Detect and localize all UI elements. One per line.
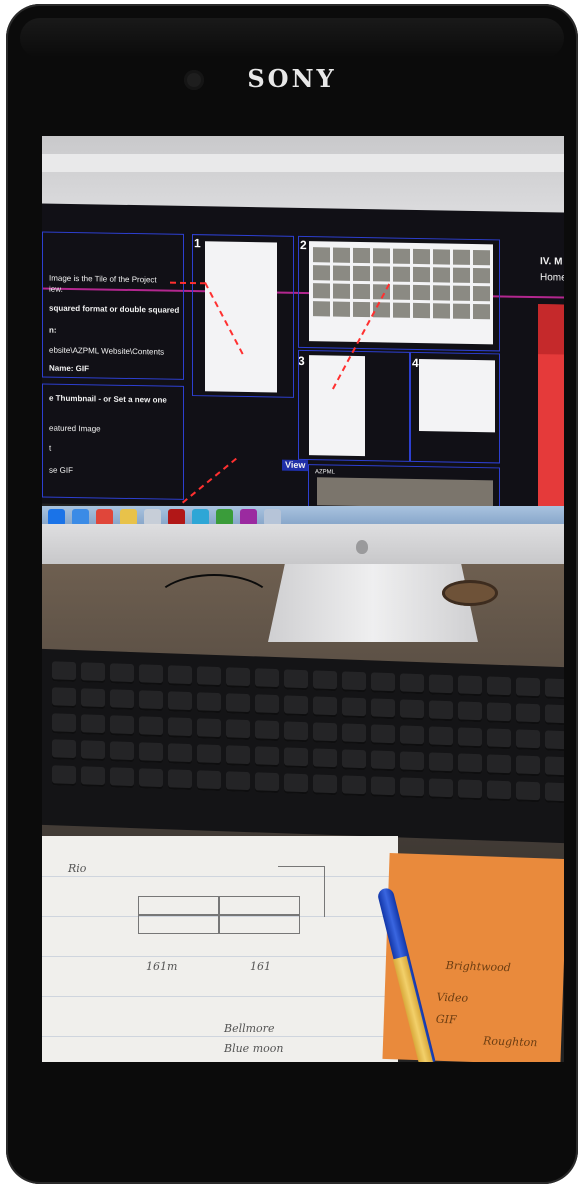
monitor-desktop: Image is the Tile of the Project iew. sq… — [42, 203, 564, 565]
handwritten-note: Rio — [68, 862, 87, 875]
thumbnail-panel: e Thumbnail - or Set a new one eatured I… — [42, 383, 184, 500]
panel-line: t — [49, 443, 52, 453]
panel-line: Name: GIF — [49, 363, 90, 374]
handwritten-dimension: 161 — [250, 960, 271, 973]
brand-logo: SONY — [247, 64, 337, 93]
featured-image-screenshot — [309, 355, 365, 457]
publish-box-screenshot — [419, 359, 495, 433]
handwritten-note: GIF — [435, 1012, 457, 1027]
ruled-line — [42, 876, 398, 877]
panel-line: squared format or double squared — [49, 303, 180, 315]
admin-menu-home: Home — [540, 272, 564, 284]
image-strip — [317, 477, 493, 509]
media-thumb-grid — [313, 247, 490, 320]
step-4-panel — [410, 351, 500, 464]
view-panel: AZPML — [308, 464, 500, 512]
sketch-notebook: Rio 161m 161 Bellmore Blue moon — [42, 836, 398, 1062]
wp-screenshot-sidebar — [205, 241, 277, 393]
phone-gloss — [20, 18, 564, 58]
step-2-panel — [298, 235, 500, 352]
monitor-toolbar — [42, 154, 564, 172]
panel-line: se GIF — [49, 465, 74, 475]
ruled-line — [42, 996, 398, 997]
handwritten-note: Roughton — [482, 1034, 538, 1050]
panel-line: ebsite\AZPML Website\Contents — [49, 345, 165, 357]
handwritten-note: Bellmore — [224, 1022, 275, 1035]
admin-title: IV. M — [540, 256, 563, 268]
ruled-line — [42, 1036, 398, 1037]
apple-logo-icon — [356, 540, 368, 554]
desk-cable-grommet — [442, 580, 498, 606]
handwritten-note: Brightwood — [445, 958, 512, 975]
keyboard — [42, 648, 564, 844]
panel-line: e Thumbnail - or Set a new one — [49, 393, 167, 405]
panel-line: iew. — [49, 284, 63, 294]
handwritten-note: Video — [436, 990, 469, 1005]
step-1-panel — [192, 234, 294, 398]
annotation-arrow — [182, 457, 237, 504]
monitor-bezel — [42, 524, 564, 564]
panel-line: Image is the Tile of the Project — [49, 273, 157, 285]
panel-line: n: — [49, 325, 57, 335]
ruled-line — [42, 956, 398, 957]
instructions-panel: Image is the Tile of the Project iew. sq… — [42, 231, 184, 380]
phone-screen-photo: Image is the Tile of the Project iew. sq… — [42, 136, 564, 1062]
pencil-sketch-divider — [138, 914, 300, 916]
cable — [152, 574, 276, 638]
phone-frame: SONY Image is the Tile of the Project ie… — [6, 4, 578, 1184]
handwritten-dimension: 161m — [146, 960, 178, 973]
handwritten-note: Blue moon — [224, 1042, 284, 1055]
view-label: View — [282, 459, 309, 472]
panel-line: eatured Image — [49, 423, 101, 434]
pencil-sketch-bracket — [278, 866, 325, 917]
step-3-panel — [298, 349, 410, 462]
admin-header — [538, 304, 564, 355]
